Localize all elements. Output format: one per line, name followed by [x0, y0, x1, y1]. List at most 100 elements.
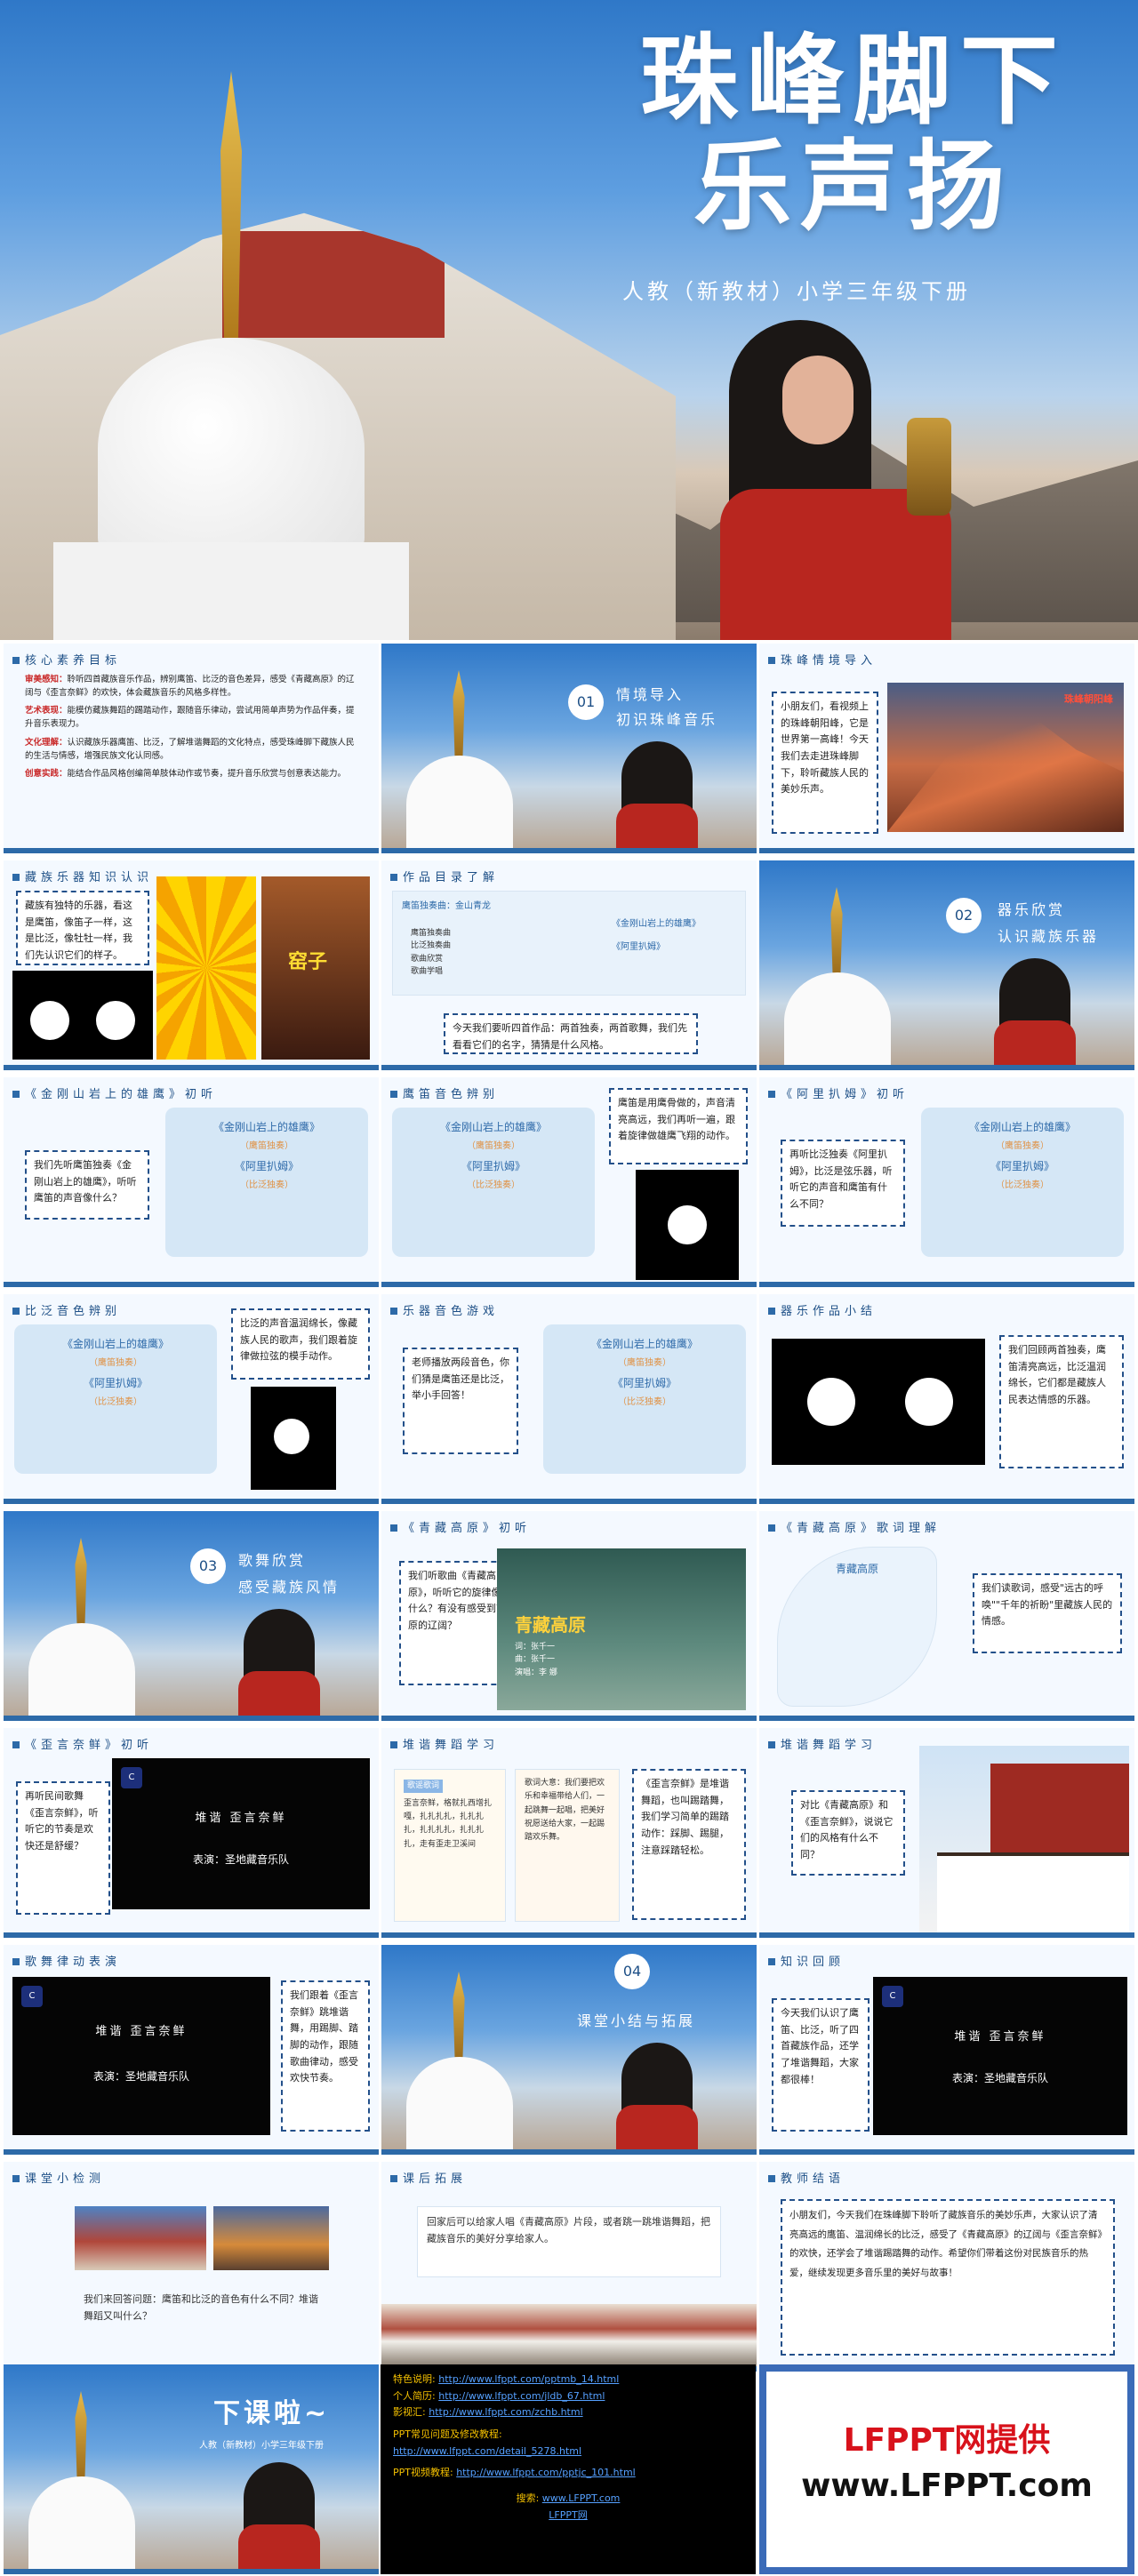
section-number: 01	[568, 684, 604, 720]
slide-works-catalog[interactable]: 作品目录了解 鹰笛独奏曲：金山青龙 鹰笛独奏曲 比泛独奏曲 歌曲欣赏 歌曲学唱 《金刚…	[381, 860, 757, 1070]
mv-caption: 表演：圣地藏音乐队	[92, 2070, 189, 2083]
slide-dance-performance[interactable]: 歌舞律动表演 C 堆谐 歪言奈鲜 表演：圣地藏音乐队 我们跟着《歪言奈鲜》跳堆谐…	[4, 1945, 379, 2155]
mv-title: 青藏高原	[515, 1614, 586, 1636]
slide-section-03[interactable]: 03 歌舞欣赏 感受藏族风情	[4, 1511, 379, 1721]
text-box: 我们回顾两首独奏，鹰笛清亮高远，比泛温润绵长，它们都是藏族人民表达情感的乐器。	[999, 1335, 1124, 1468]
text-box: 小朋友们，看视频上的珠峰朝阳峰，它是世界第一高峰！今天我们去走进珠峰脚下，聆听藏…	[772, 692, 878, 834]
song-card: 《金刚山岩上的雄鹰》 （鹰笛独奏） 《阿里扒姆》 （比泛独奏）	[14, 1324, 217, 1474]
palace-photo-1	[75, 2206, 206, 2270]
section-number: 04	[614, 1954, 650, 1989]
slide-section-02[interactable]: 02 器乐欣赏 认识藏族乐器	[759, 860, 1134, 1070]
text-box: 藏族有独特的乐器，看这是鹰笛，像笛子一样，这是比泛，像牡牡一样，我们先认识它们的…	[16, 891, 149, 965]
section-subtitle: 认识藏族乐器	[998, 928, 1100, 945]
text-box: 我们读歌词，感受"远古的呼唤""千年的祈盼"里藏族人民的情感。	[973, 1573, 1122, 1653]
cover-subtitle: 人教（新教材）小学三年级下册	[622, 279, 971, 304]
section-number: 03	[190, 1548, 226, 1584]
search-link[interactable]: www.LFPPT.com	[542, 2492, 621, 2504]
section-title: 情境导入	[616, 686, 685, 703]
lyrics-note: 歌谣歌词 歪言奈鲜，格就扎西增扎嘎，扎扎扎扎，扎扎扎扎，扎扎扎扎，扎扎扎扎，走有…	[394, 1769, 506, 1922]
song-card: 《金刚山岩上的雄鹰》 （鹰笛独奏） 《阿里扒姆》 （比泛独奏）	[165, 1108, 368, 1257]
slide-header: 《金刚山岩上的雄鹰》初听	[12, 1084, 217, 1101]
link[interactable]: http://www.lfppt.com/jldb_67.html	[438, 2390, 605, 2402]
slide-qingzang-first-listen[interactable]: 《青藏高原》初听 我们听歌曲《青藏高原》，听听它的旋律像什么？有没有感受到高原的…	[381, 1511, 757, 1721]
song-card: 《金刚山岩上的雄鹰》 （鹰笛独奏） 《阿里扒姆》 （比泛独奏）	[543, 1324, 746, 1474]
everest-photo: 珠峰朝阳峰	[887, 683, 1124, 832]
text-box: 再听民间歌舞《歪言奈鲜》，听听它的节奏是欢快还是舒缓？	[16, 1781, 110, 1915]
tibetan-woman-image	[702, 320, 969, 640]
slide-header: 知识回顾	[768, 1952, 845, 1969]
text-box: 《歪言奈鲜》是堆谐舞蹈，也叫踢踏舞，我们学习简单的踢踏动作：踩脚、踢腿，注意踩踏…	[632, 1769, 746, 1920]
slide-header: 课后拓展	[390, 2169, 467, 2186]
link[interactable]: http://www.lfppt.com/pptjc_101.html	[456, 2467, 636, 2478]
brand-line1: LFPPT网提供	[843, 2422, 1051, 2459]
slide-header: 比泛音色辨别	[12, 1301, 121, 1318]
meaning-note: 歌词大意：我们要把欢乐和幸福带给人们，一起跳舞一起唱，把美好祝愿送给大家，一起踢…	[515, 1769, 620, 1922]
slide-class-over[interactable]: 下课啦~ 人教（新教材）小学三年级下册	[4, 2364, 379, 2574]
slide-eagle-first-listen[interactable]: 《金刚山岩上的雄鹰》初听 我们先听鹰笛独奏《金刚山岩上的雄鹰》，听听鹰笛的声音像…	[4, 1077, 379, 1287]
slide-timbre-game[interactable]: 乐器音色游戏 老师播放两段音色，你们猜是鹰笛还是比泛，举小手回答！ 《金刚山岩上…	[381, 1294, 757, 1504]
text-box: 鹰笛是用鹰骨做的，声音清亮高远，我们再听一遍，跟着旋律做雄鹰飞翔的动作。	[609, 1088, 748, 1164]
slide-quiz[interactable]: 课堂小检测 我们来回答问题：鹰笛和比泛的音色有什么不同？堆谐舞蹈又叫什么？	[4, 2162, 379, 2372]
brand-card: LFPPT网提供 www.LFPPT.com	[759, 2364, 1134, 2574]
mv-caption: 表演：圣地藏音乐队	[192, 1853, 289, 1866]
mv-title: 堆谐 歪言奈鲜	[195, 1812, 287, 1825]
resource-links: 特色说明: http://www.lfppt.com/pptmb_14.html…	[381, 2364, 756, 2574]
slide-header: 《青藏高原》歌词理解	[768, 1518, 941, 1535]
slide-biwang-timbre[interactable]: 比泛音色辨别 《金刚山岩上的雄鹰》 （鹰笛独奏） 《阿里扒姆》 （比泛独奏） 比泛的…	[4, 1294, 379, 1504]
slide-eagle-timbre[interactable]: 鹰笛音色辨别 《金刚山岩上的雄鹰》 （鹰笛独奏） 《阿里扒姆》 （比泛独奏） 鹰笛是…	[381, 1077, 757, 1287]
site-name[interactable]: LFPPT网	[393, 2508, 743, 2524]
slide-knowledge-review[interactable]: 知识回顾 今天我们认识了鹰笛、比泛，听了四首藏族作品，还学了堆谐舞蹈，大家都很棒…	[759, 1945, 1134, 2155]
performer-photo: 窑子	[261, 876, 370, 1060]
slide-instrument-knowledge[interactable]: 藏族乐器知识认识 藏族有独特的乐器，看这是鹰笛，像笛子一样，这是比泛，像牡牡一样…	[4, 860, 379, 1070]
song-card: 《金刚山岩上的雄鹰》 （鹰笛独奏） 《阿里扒姆》 （比泛独奏）	[392, 1108, 595, 1257]
slide-header: 堆谐舞蹈学习	[390, 1735, 499, 1752]
slide-header: 藏族乐器知识认识	[12, 868, 153, 884]
link[interactable]: http://www.lfppt.com/detail_5278.html	[393, 2445, 581, 2457]
eagle-flute-photo	[636, 1170, 739, 1280]
slide-duixie-learning[interactable]: 堆谐舞蹈学习 歌谣歌词 歪言奈鲜，格就扎西增扎嘎，扎扎扎扎，扎扎扎扎，扎扎扎扎，…	[381, 1728, 757, 1938]
mv-title: 堆谐 歪言奈鲜	[95, 2025, 188, 2038]
extension-text: 回家后可以给家人唱《青藏高原》片段，或者跳一跳堆谐舞蹈，把藏族音乐的美好分享给家…	[417, 2206, 721, 2277]
text-box: 老师播放两段音色，你们猜是鹰笛还是比泛，举小手回答！	[403, 1348, 518, 1454]
class-over-sub: 人教（新教材）小学三年级下册	[199, 2441, 324, 2451]
link[interactable]: http://www.lfppt.com/zchb.html	[429, 2406, 582, 2418]
section-title: 器乐欣赏	[998, 901, 1066, 918]
section-number: 02	[946, 898, 982, 933]
slide-header: 课堂小检测	[12, 2169, 105, 2186]
slide-header: 珠峰情境导入	[768, 651, 877, 668]
slide-biwang-first-listen[interactable]: 《阿里扒姆》初听 再听比泛独奏《阿里扒姆》，比泛是弦乐器，听听它的声音和鹰笛有什…	[759, 1077, 1134, 1287]
slide-core-goals[interactable]: 核心素养目标 审美感知：聆听四首藏族音乐作品，辨别鹰笛、比泛的音色差异，感受《青…	[4, 644, 379, 853]
slide-extension[interactable]: 课后拓展 回家后可以给家人唱《青藏高原》片段，或者跳一跳堆谐舞蹈，把藏族音乐的美…	[381, 2162, 757, 2372]
slide-lyrics-understanding[interactable]: 《青藏高原》歌词理解 青藏高原 我们读歌词，感受"远古的呼唤""千年的祈盼"里藏…	[759, 1511, 1134, 1721]
slide-instrument-summary[interactable]: 器乐作品小结 我们回顾两首独奏，鹰笛清亮高远，比泛温润绵长，它们都是藏族人民表达…	[759, 1294, 1134, 1504]
slide-section-01[interactable]: 01 情境导入 初识珠峰音乐	[381, 644, 757, 853]
slide-header: 《歪言奈鲜》初听	[12, 1735, 153, 1752]
mv-still: C 堆谐 歪言奈鲜 表演：圣地藏音乐队	[873, 1977, 1127, 2135]
brand-line2: www.LFPPT.com	[801, 2468, 1093, 2504]
cover-title: 珠峰脚下 乐声扬	[640, 23, 1067, 244]
text-box: 今天我们要听四首作品：两首独奏，两首歌舞，我们先看看它们的名字，猜猜是什么风格。	[444, 1013, 698, 1054]
slide-header: 歌舞律动表演	[12, 1952, 121, 1969]
sticker-text: 窑子	[288, 951, 328, 973]
section-subtitle: 感受藏族风情	[238, 1579, 341, 1596]
link[interactable]: http://www.lfppt.com/pptmb_14.html	[438, 2373, 619, 2385]
palace-photo	[381, 2304, 757, 2366]
slide-everest-intro[interactable]: 珠峰情境导入 小朋友们，看视频上的珠峰朝阳峰，它是世界第一高峰！今天我们去走进珠…	[759, 644, 1134, 853]
slide-waiyan-first-listen[interactable]: 《歪言奈鲜》初听 再听民间歌舞《歪言奈鲜》，听听它的节奏是欢快还是舒缓？ C 堆…	[4, 1728, 379, 1938]
slide-header: 核心素养目标	[12, 651, 121, 668]
golden-stupa-image	[53, 71, 409, 640]
slide-header: 《青藏高原》初听	[390, 1518, 531, 1535]
text-box: 比泛的声音温润绵长，像藏族人民的歌声，我们跟着旋律做拉弦的模手动作。	[231, 1308, 370, 1380]
mv-still: C 堆谐 歪言奈鲜 表演：圣地藏音乐队	[12, 1977, 270, 2135]
slide-header: 作品目录了解	[390, 868, 499, 884]
class-over-title: 下课啦~	[213, 2398, 331, 2429]
catalog-panel: 鹰笛独奏曲：金山青龙 鹰笛独奏曲 比泛独奏曲 歌曲欣赏 歌曲学唱 《金刚山岩上的雄鹰》…	[392, 891, 746, 996]
slide-teacher-closing[interactable]: 教师结语 小朋友们，今天我们在珠峰脚下聆听了藏族音乐的美妙乐声，大家认识了清亮高…	[759, 2162, 1134, 2372]
slide-style-compare[interactable]: 堆谐舞蹈学习 对比《青藏高原》和《歪言奈鲜》，说说它们的风格有什么不同？	[759, 1728, 1134, 1938]
slide-section-04[interactable]: 04 课堂小结与拓展	[381, 1945, 757, 2155]
mv-caption: 表演：圣地藏音乐队	[951, 2072, 1048, 2084]
closing-text: 小朋友们，今天我们在珠峰脚下聆听了藏族音乐的美妙乐声，大家认识了清亮高远的鹰笛、…	[781, 2199, 1115, 2356]
goals-list: 审美感知：聆听四首藏族音乐作品，辨别鹰笛、比泛的音色差异，感受《青藏高原》的辽阔…	[25, 675, 355, 780]
biwang-photo	[251, 1387, 336, 1490]
instruments-photo	[772, 1339, 985, 1465]
